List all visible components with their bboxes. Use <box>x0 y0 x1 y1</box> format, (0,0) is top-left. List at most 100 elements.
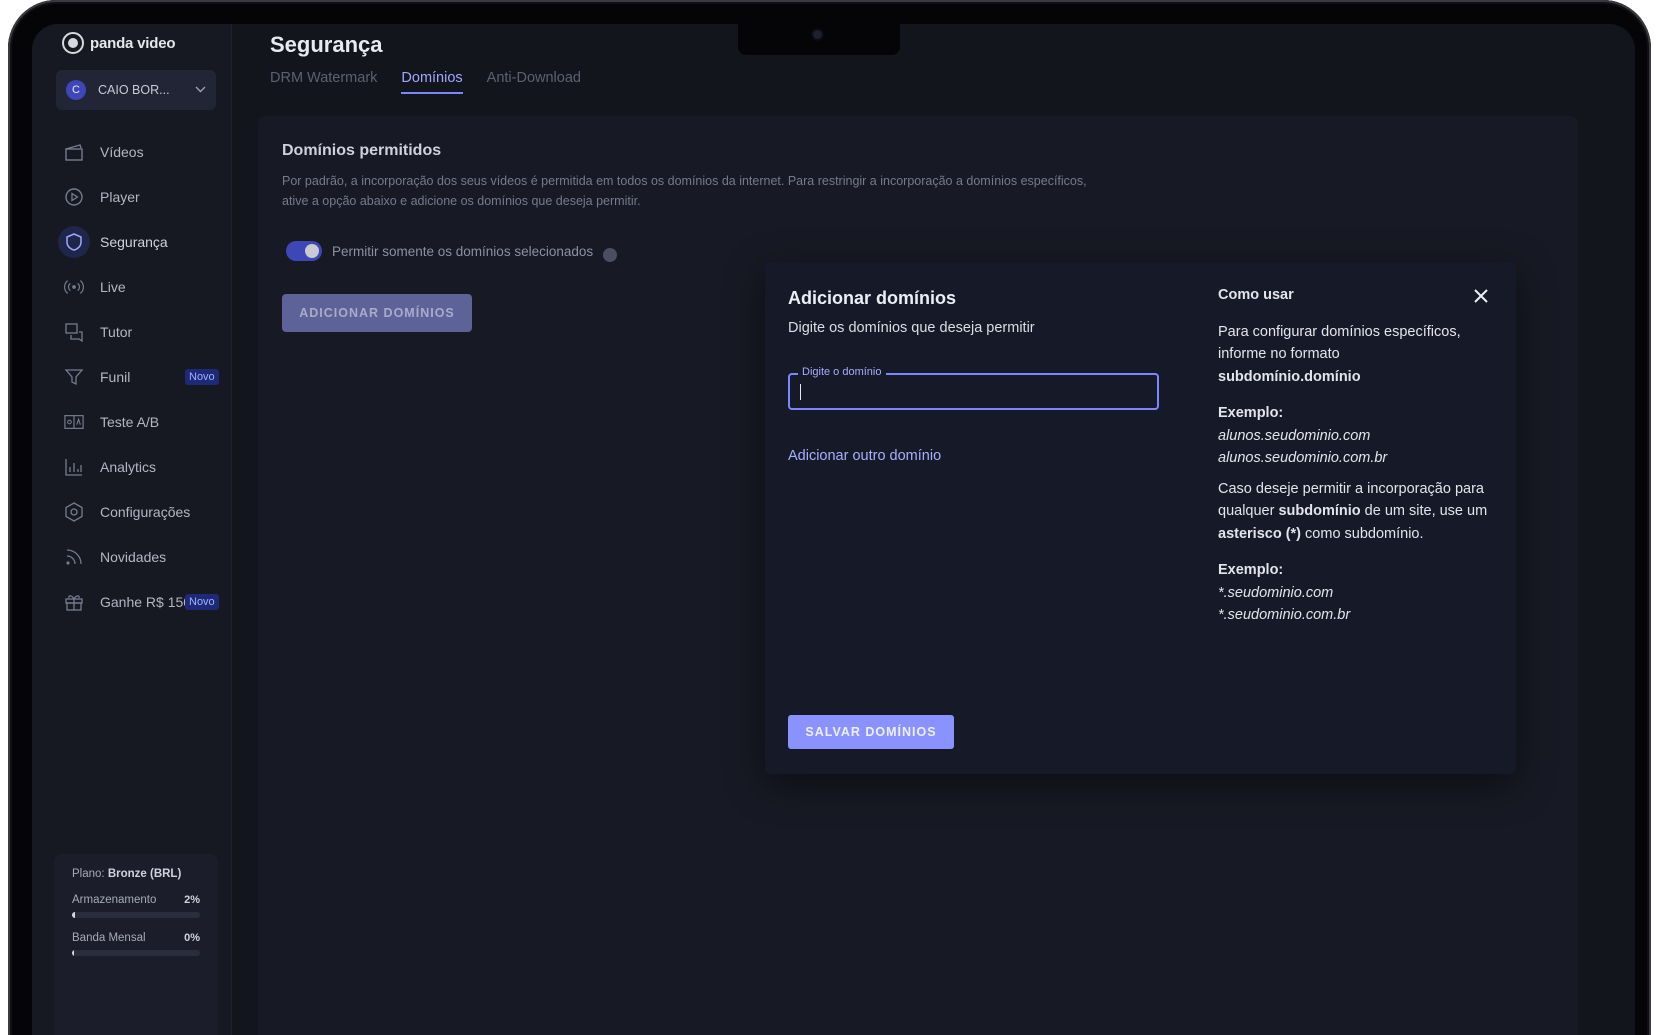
help-wildcard-bold2: asterisco (*) <box>1218 525 1302 542</box>
bar-chart-icon <box>64 457 84 477</box>
domain-field: Digite o domínio <box>788 366 1159 410</box>
plan-card: Plano: Bronze (BRL) Armazenamento 2% Ban… <box>54 854 218 1035</box>
help-example-2: Exemplo: *.seudominio.com *.seudominio.c… <box>1218 559 1508 627</box>
gift-icon <box>64 592 84 612</box>
shield-icon <box>58 225 90 258</box>
rss-icon <box>64 547 84 567</box>
example-item: *.seudominio.com.br <box>1218 607 1351 623</box>
sidebar-item-funil[interactable]: Funil Novo <box>56 354 232 399</box>
tabs: DRM Watermark Domínios Anti-Download <box>270 70 581 94</box>
bandwidth-value: 0% <box>184 932 200 944</box>
add-other-domain-link[interactable]: Adicionar outro domínio <box>788 448 941 464</box>
example-item: alunos.seudominio.com.br <box>1218 450 1388 466</box>
help-title: Como usar <box>1218 287 1294 303</box>
sidebar-item-novidades[interactable]: Novidades <box>56 534 232 579</box>
panda-logo-icon <box>62 32 84 54</box>
chat-bubbles-icon <box>64 322 84 342</box>
sidebar-item-label: Configurações <box>100 503 191 520</box>
sidebar-item-label: Teste A/B <box>100 413 160 430</box>
modal-subtitle: Digite os domínios que deseja permitir <box>788 320 1035 336</box>
clapperboard-icon <box>64 142 84 162</box>
sidebar-item-label: Live <box>100 278 126 295</box>
add-domains-modal: Adicionar domínios Digite os domínios qu… <box>765 262 1516 774</box>
ab-test-icon <box>64 412 84 432</box>
sidebar-item-label: Segurança <box>100 233 168 250</box>
sidebar-item-player[interactable]: Player <box>56 174 232 219</box>
brand-name: panda video <box>90 34 176 52</box>
close-icon <box>1474 289 1488 303</box>
sidebar-item-label: Vídeos <box>100 143 144 160</box>
plan-label: Plano: <box>72 868 105 880</box>
text-cursor <box>800 384 801 400</box>
help-wildcard-c: como subdomínio. <box>1305 525 1424 542</box>
restrict-domains-toggle[interactable] <box>286 241 322 261</box>
camera-notch <box>738 24 900 55</box>
example-item: alunos.seudominio.com <box>1218 427 1371 444</box>
screen: panda video C CAIO BOR... Vídeos Player … <box>32 24 1635 1035</box>
example-label: Exemplo: <box>1218 405 1284 421</box>
example-item: *.seudominio.com <box>1218 584 1334 601</box>
main-content: Segurança DRM Watermark Domínios Anti-Do… <box>232 24 1635 1035</box>
plan-name: Bronze (BRL) <box>107 868 182 880</box>
help-example-1: Exemplo: alunos.seudominio.com alunos.se… <box>1218 402 1508 470</box>
sidebar-item-label: Funil <box>100 368 131 385</box>
help-format-text: Para configurar domínios específicos, in… <box>1218 321 1508 389</box>
bandwidth-progress-fill <box>72 950 74 956</box>
tab-dominios[interactable]: Domínios <box>401 70 463 94</box>
help-format-value: subdomínio.domínio <box>1218 368 1361 385</box>
example-label: Exemplo: <box>1218 562 1284 578</box>
section-description: Por padrão, a incorporação dos seus víde… <box>282 174 1087 208</box>
storage-value: 2% <box>184 894 200 906</box>
bandwidth-label: Banda Mensal <box>72 932 146 944</box>
help-wildcard-b: de um site, use um <box>1364 503 1488 519</box>
account-name: CAIO BOR... <box>98 83 170 97</box>
close-modal-button[interactable] <box>1469 284 1493 308</box>
page-title: Segurança <box>270 32 383 57</box>
new-badge: Novo <box>185 593 219 610</box>
storage-progress-fill <box>72 912 75 918</box>
help-format-desc: Para configurar domínios específicos, in… <box>1218 323 1461 363</box>
toggle-label: Permitir somente os domínios selecionado… <box>332 243 594 259</box>
brand-logo[interactable]: panda video <box>62 32 176 54</box>
modal-title: Adicionar domínios <box>788 288 957 308</box>
help-wildcard-text: Caso deseje permitir a incorporação para… <box>1218 478 1508 546</box>
save-domains-button[interactable]: SALVAR DOMÍNIOS <box>788 715 954 749</box>
help-panel: Como usar Para configurar domínios espec… <box>1218 284 1508 627</box>
info-icon[interactable] <box>603 248 618 262</box>
sidebar-item-analytics[interactable]: Analytics <box>56 444 232 489</box>
sidebar: panda video C CAIO BOR... Vídeos Player … <box>32 24 232 1035</box>
play-circle-icon <box>64 187 84 207</box>
funnel-icon <box>64 367 84 387</box>
add-domains-button[interactable]: ADICIONAR DOMÍNIOS <box>282 294 472 332</box>
sidebar-item-label: Novidades <box>100 548 167 565</box>
sidebar-item-live[interactable]: Live <box>56 264 232 309</box>
chevron-down-icon <box>195 84 206 96</box>
bandwidth-row: Banda Mensal 0% <box>72 932 200 944</box>
sidebar-item-videos[interactable]: Vídeos <box>56 129 232 174</box>
sidebar-nav: Vídeos Player Segurança Live Tutor Funil… <box>56 129 232 624</box>
sidebar-item-label: Ganhe R$ 150 <box>100 593 192 610</box>
storage-label: Armazenamento <box>72 894 157 906</box>
new-badge: Novo <box>185 368 219 385</box>
restrict-domains-row: Permitir somente os domínios selecionado… <box>286 240 618 262</box>
storage-progress <box>72 912 200 918</box>
laptop-bezel: panda video C CAIO BOR... Vídeos Player … <box>8 0 1651 1035</box>
domain-field-label: Digite o domínio <box>798 366 886 378</box>
sidebar-item-configuracoes[interactable]: Configurações <box>56 489 232 534</box>
sidebar-item-label: Tutor <box>100 323 133 340</box>
sidebar-item-tutor[interactable]: Tutor <box>56 309 232 354</box>
domain-input[interactable] <box>790 375 1157 408</box>
account-switcher[interactable]: C CAIO BOR... <box>56 70 216 110</box>
tab-drm-watermark[interactable]: DRM Watermark <box>270 70 377 94</box>
sidebar-item-label: Player <box>100 188 140 205</box>
camera-icon <box>813 30 822 39</box>
tab-anti-download[interactable]: Anti-Download <box>487 70 581 94</box>
sidebar-item-teste-ab[interactable]: Teste A/B <box>56 399 232 444</box>
sidebar-item-ganhe[interactable]: Ganhe R$ 150 Novo <box>56 579 232 624</box>
bandwidth-progress <box>72 950 200 956</box>
storage-row: Armazenamento 2% <box>72 894 200 906</box>
plan-info: Plano: Bronze (BRL) <box>72 868 200 880</box>
section-title: Domínios permitidos <box>282 142 442 159</box>
broadcast-icon <box>64 277 84 297</box>
sidebar-item-seguranca[interactable]: Segurança <box>56 219 232 264</box>
